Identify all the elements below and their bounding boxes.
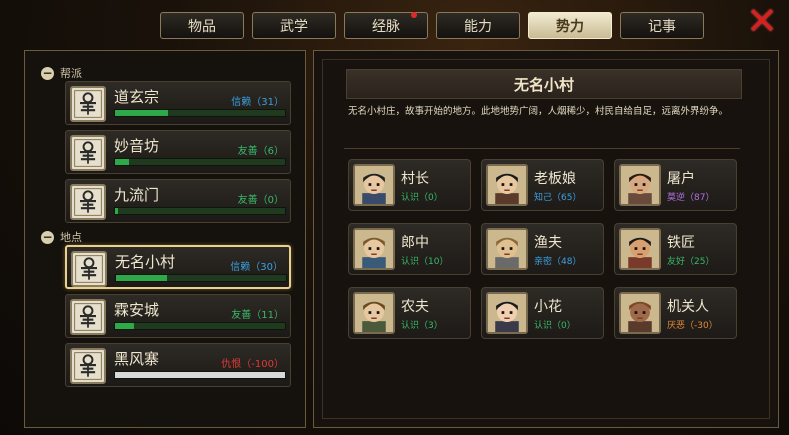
collapse-icon[interactable]: − (41, 230, 54, 244)
npc-card[interactable]: 小花认识（0） (481, 287, 604, 339)
npc-name: 铁匠 (667, 235, 695, 251)
faction-emblem-icon (70, 348, 106, 384)
faction-emblem-icon (70, 184, 106, 220)
faction-emblem-icon (71, 251, 107, 287)
faction-card[interactable]: 无名小村信赖（30） (65, 245, 291, 289)
tab-label: 记事 (648, 18, 676, 35)
location-description: 无名小村庄，故事开始的地方。此地地势广阔，人烟稀少，村民自给自足，远离外界纷争。 (348, 106, 729, 117)
location-title: 无名小村 (346, 69, 742, 99)
section-title: 地点 (60, 231, 82, 244)
npc-name: 村长 (401, 171, 429, 187)
faction-list-panel: − 帮派 道玄宗信赖（31） 妙音坊友善（6） 九流门友善（0） − 地点 无名小村… (24, 50, 306, 428)
village-chief-portrait (353, 164, 395, 206)
npc-card[interactable]: 渔夫亲密（48） (481, 223, 604, 275)
notification-dot-icon (411, 12, 417, 18)
tab-journal[interactable]: 记事 (620, 12, 704, 39)
faction-status: 友善（6） (237, 146, 284, 157)
npc-status: 知己（65） (534, 193, 582, 203)
faction-emblem-icon (70, 135, 106, 171)
tab-bar: 物品 武学 经脉 能力 势力 记事 (160, 12, 704, 39)
relation-bar (114, 158, 286, 166)
section-header-locations[interactable]: − 地点 (41, 229, 82, 245)
faction-card[interactable]: 霖安城友善（11） (65, 294, 291, 338)
tab-meridians[interactable]: 经脉 (344, 12, 428, 39)
npc-status: 认识（10） (401, 257, 449, 267)
npc-card[interactable]: 村长认识（0） (348, 159, 471, 211)
faction-name: 无名小村 (115, 253, 176, 271)
tab-label: 经脉 (372, 18, 400, 35)
divider (344, 148, 740, 149)
faction-emblem-icon (70, 299, 106, 335)
npc-status: 亲密（48） (534, 257, 582, 267)
npc-name: 渔夫 (534, 235, 562, 251)
faction-card[interactable]: 黑风寨仇恨（-100） (65, 343, 291, 387)
faction-name: 霖安城 (114, 301, 160, 319)
tab-label: 物品 (188, 18, 216, 35)
npc-name: 机关人 (667, 299, 709, 315)
relation-bar (114, 322, 286, 330)
faction-status: 友善（11） (231, 310, 284, 321)
relation-bar (114, 109, 286, 117)
faction-name: 妙音坊 (114, 137, 160, 155)
npc-name: 农夫 (401, 299, 429, 315)
faction-name: 九流门 (114, 186, 160, 204)
tab-label: 武学 (280, 18, 308, 35)
npc-status: 认识（0） (534, 321, 576, 331)
tab-martial-arts[interactable]: 武学 (252, 12, 336, 39)
npc-card[interactable]: 铁匠友好（25） (614, 223, 737, 275)
relation-bar (114, 207, 286, 215)
npc-status: 认识（0） (401, 193, 443, 203)
npc-card[interactable]: 郎中认识（10） (348, 223, 471, 275)
close-icon[interactable]: ✕ (746, 2, 778, 40)
faction-card[interactable]: 道玄宗信赖（31） (65, 81, 291, 125)
relation-bar (114, 371, 286, 379)
farmer-portrait (353, 292, 395, 334)
faction-card[interactable]: 妙音坊友善（6） (65, 130, 291, 174)
npc-name: 老板娘 (534, 171, 576, 187)
npc-status: 莫逆（87） (667, 193, 715, 203)
tab-abilities[interactable]: 能力 (436, 12, 520, 39)
tab-label: 能力 (464, 18, 492, 35)
doctor-portrait (353, 228, 395, 270)
tab-items[interactable]: 物品 (160, 12, 244, 39)
butcher-portrait (619, 164, 661, 206)
npc-card[interactable]: 老板娘知己（65） (481, 159, 604, 211)
landlady-portrait (486, 164, 528, 206)
npc-name: 郎中 (401, 235, 429, 251)
faction-name: 黑风寨 (114, 350, 160, 368)
npc-status: 认识（3） (401, 321, 443, 331)
section-title: 帮派 (60, 67, 82, 80)
npc-status: 厌恶（-30） (667, 321, 718, 331)
location-detail-panel: 无名小村 无名小村庄，故事开始的地方。此地地势广阔，人烟稀少，村民自给自足，远离… (313, 50, 779, 428)
faction-status: 信赖（30） (230, 262, 283, 273)
section-header-sects[interactable]: − 帮派 (41, 65, 82, 81)
faction-name: 道玄宗 (114, 88, 160, 106)
faction-status: 信赖（31） (231, 97, 284, 108)
xiaohua-portrait (486, 292, 528, 334)
mechanical-man-portrait (619, 292, 661, 334)
faction-status: 仇恨（-100） (221, 359, 284, 370)
npc-card[interactable]: 屠户莫逆（87） (614, 159, 737, 211)
blacksmith-portrait (619, 228, 661, 270)
faction-emblem-icon (70, 86, 106, 122)
npc-card[interactable]: 农夫认识（3） (348, 287, 471, 339)
faction-card[interactable]: 九流门友善（0） (65, 179, 291, 223)
npc-status: 友好（25） (667, 257, 715, 267)
npc-name: 小花 (534, 299, 562, 315)
npc-name: 屠户 (667, 171, 695, 187)
fisherman-portrait (486, 228, 528, 270)
collapse-icon[interactable]: − (41, 66, 54, 80)
tab-label: 势力 (556, 18, 584, 35)
tab-factions[interactable]: 势力 (528, 12, 612, 39)
relation-bar (115, 274, 287, 282)
faction-status: 友善（0） (237, 195, 284, 206)
npc-card[interactable]: 机关人厌恶（-30） (614, 287, 737, 339)
